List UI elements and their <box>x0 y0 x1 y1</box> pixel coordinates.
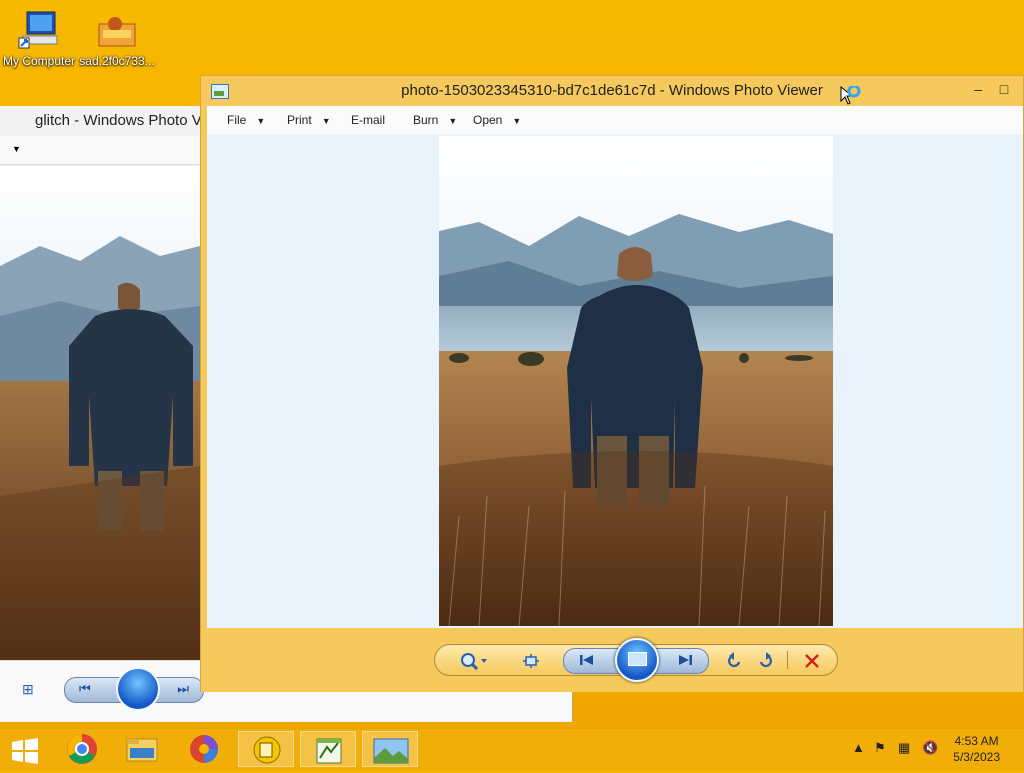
photo-view-area[interactable] <box>207 134 1023 628</box>
controls-pill <box>434 638 838 682</box>
desktop-icon-label: sad.2f0c733... <box>79 54 155 68</box>
clock-date: 5/3/2023 <box>953 750 1000 764</box>
next-icon[interactable]: ⏭ <box>177 681 189 697</box>
desktop-icon-label: My Computer <box>2 54 76 68</box>
next-icon <box>679 655 692 665</box>
chevron-down-icon: ▼ <box>321 116 331 126</box>
displayed-photo <box>439 136 833 626</box>
chrome-icon <box>67 734 97 764</box>
delete-icon <box>805 654 819 668</box>
file-manager-icon <box>253 736 281 764</box>
rotate-cw-button[interactable] <box>757 652 775 670</box>
slideshow-button[interactable] <box>116 667 160 711</box>
taskbar-media-app[interactable] <box>176 731 232 767</box>
minimize-button[interactable]: – <box>965 78 991 100</box>
title-bar[interactable]: photo-1503023345310-bd7c1de61c7d - Windo… <box>201 76 1023 106</box>
rotate-ccw-icon <box>728 652 741 668</box>
desktop-icon-my-computer[interactable]: My Computer <box>1 10 77 68</box>
next-button[interactable] <box>676 652 694 668</box>
actual-size-button[interactable] <box>521 652 541 670</box>
desktop-icon-image-file[interactable]: sad.2f0c733... <box>79 10 155 68</box>
image-file-icon <box>95 10 139 50</box>
volume-muted-icon[interactable]: 🔇 <box>922 740 938 756</box>
menu-print[interactable]: Print ▼ <box>287 106 331 134</box>
folder-icon <box>126 738 158 762</box>
chevron-down-icon: ▼ <box>512 116 522 126</box>
clock[interactable]: 4:53 AM 5/3/2023 <box>953 733 1000 765</box>
maximize-button[interactable]: □ <box>991 78 1017 100</box>
rotate-ccw-button[interactable] <box>725 652 743 670</box>
menu-email[interactable]: E-mail <box>351 106 385 134</box>
taskbar-file-explorer[interactable] <box>114 731 170 767</box>
windows-logo-icon <box>12 738 38 764</box>
media-app-icon <box>190 735 218 763</box>
network-icon[interactable]: ▦ <box>898 740 910 756</box>
taskbar-file-manager[interactable] <box>238 731 294 767</box>
chevron-down-icon: ▼ <box>448 116 458 126</box>
photo-viewer-icon <box>373 738 409 764</box>
actual-size-icon[interactable]: ⊞ <box>22 681 34 698</box>
notepad-icon <box>316 738 342 764</box>
controls-bar <box>201 628 1023 692</box>
menu-bar: File ▼ Print ▼ E-mail Burn ▼ Open ▼ <box>207 106 1023 135</box>
chevron-down-icon: ▼ <box>256 116 266 126</box>
flag-icon[interactable]: ⚑ <box>874 740 886 756</box>
taskbar: ▲ ⚑ ▦ 🔇 4:53 AM 5/3/2023 <box>0 728 1024 769</box>
clock-time: 4:53 AM <box>954 734 999 748</box>
menu-open[interactable]: Open ▼ <box>473 106 521 134</box>
photo-preview <box>0 166 200 660</box>
previous-icon <box>580 655 593 665</box>
rotate-cw-icon <box>759 652 772 668</box>
mouse-cursor <box>840 84 864 115</box>
window-title: photo-1503023345310-bd7c1de61c7d - Windo… <box>401 82 823 99</box>
zoom-button[interactable] <box>459 652 489 671</box>
actual-size-icon <box>523 654 539 668</box>
show-hidden-icons[interactable]: ▲ <box>852 740 865 755</box>
computer-icon <box>17 10 61 50</box>
separator <box>787 651 788 669</box>
menu-file[interactable]: File ▼ <box>227 106 265 134</box>
delete-button[interactable] <box>803 652 821 670</box>
taskbar-chrome[interactable] <box>54 731 110 767</box>
previous-button[interactable] <box>578 652 596 668</box>
photo-viewer-window[interactable]: photo-1503023345310-bd7c1de61c7d - Windo… <box>200 75 1024 692</box>
taskbar-photo-viewer[interactable] <box>362 731 418 767</box>
previous-icon[interactable]: ⏮ <box>79 681 91 697</box>
menu-arrow-icon[interactable]: ▼ <box>12 144 21 154</box>
taskbar-notepad-app[interactable] <box>300 731 356 767</box>
magnifier-icon <box>461 653 487 671</box>
menu-burn[interactable]: Burn ▼ <box>413 106 457 134</box>
start-button[interactable] <box>0 731 50 767</box>
slideshow-button[interactable] <box>615 638 659 682</box>
